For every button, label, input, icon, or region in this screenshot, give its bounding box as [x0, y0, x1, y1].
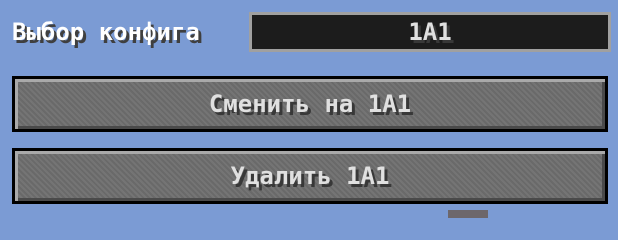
config-selector-label: Выбор конфига — [12, 18, 200, 46]
config-selector-value: 1A1 — [408, 18, 452, 46]
switch-config-button[interactable]: Сменить на 1A1 — [12, 76, 608, 132]
delete-config-button[interactable]: Удалить 1A1 — [12, 148, 608, 204]
background-object — [448, 210, 488, 218]
delete-config-button-label: Удалить 1A1 — [230, 162, 390, 190]
switch-config-button-label: Сменить на 1A1 — [208, 90, 412, 118]
config-selector-field[interactable]: 1A1 — [249, 12, 611, 52]
